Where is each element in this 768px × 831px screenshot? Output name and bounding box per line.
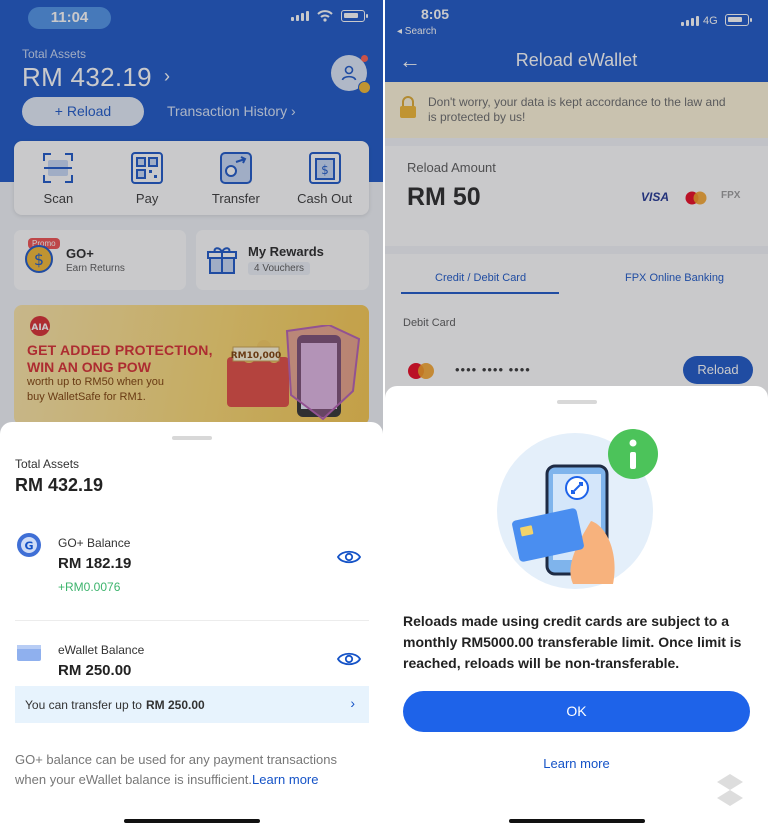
credit-limit-sheet: Reloads made using credit cards are subj…	[385, 386, 768, 831]
right-screen: 8:05 ◂ Search 4G ← Reload eWallet Don't …	[385, 0, 768, 831]
card-reload-illustration	[497, 429, 658, 589]
watermark-logo-icon	[717, 774, 743, 806]
eye-icon[interactable]	[337, 549, 361, 565]
home-indicator	[508, 819, 645, 823]
learn-more-link[interactable]: Learn more	[385, 756, 768, 771]
ok-button[interactable]: OK	[403, 691, 750, 732]
goplus-icon: G	[17, 533, 41, 557]
goplus-balance-label: GO+ Balance	[58, 536, 131, 550]
goplus-note: GO+ balance can be used for any payment …	[15, 750, 370, 790]
transfer-limit-text: You can transfer up to	[25, 697, 142, 712]
ewallet-balance-value: RM 250.00	[58, 662, 132, 679]
wallet-card-icon	[17, 645, 41, 661]
transfer-limit-amount: RM 250.00	[145, 697, 205, 712]
sheet-handle[interactable]	[556, 400, 597, 404]
goplus-balance-delta: +RM0.0076	[58, 580, 121, 594]
assets-bottom-sheet: Total Assets RM 432.19 G GO+ Balance RM …	[0, 422, 383, 831]
sheet-total-value: RM 432.19	[15, 475, 104, 495]
ewallet-balance-label: eWallet Balance	[58, 643, 145, 657]
transfer-limit-row[interactable]: You can transfer up to RM 250.00 ›	[15, 686, 369, 723]
chevron-right-icon: ›	[350, 695, 355, 711]
goplus-balance-value: RM 182.19	[58, 555, 132, 572]
learn-more-link[interactable]: Learn more	[252, 772, 318, 787]
credit-limit-message: Reloads made using credit cards are subj…	[403, 613, 742, 671]
divider	[15, 620, 369, 621]
sheet-total-label: Total Assets	[15, 457, 80, 471]
sheet-handle[interactable]	[171, 436, 212, 440]
eye-icon[interactable]	[337, 651, 361, 667]
left-screen: 11:04 Total Assets RM 432.19 › + Reload …	[0, 0, 383, 831]
svg-text:G: G	[24, 540, 33, 553]
home-indicator	[123, 819, 260, 823]
